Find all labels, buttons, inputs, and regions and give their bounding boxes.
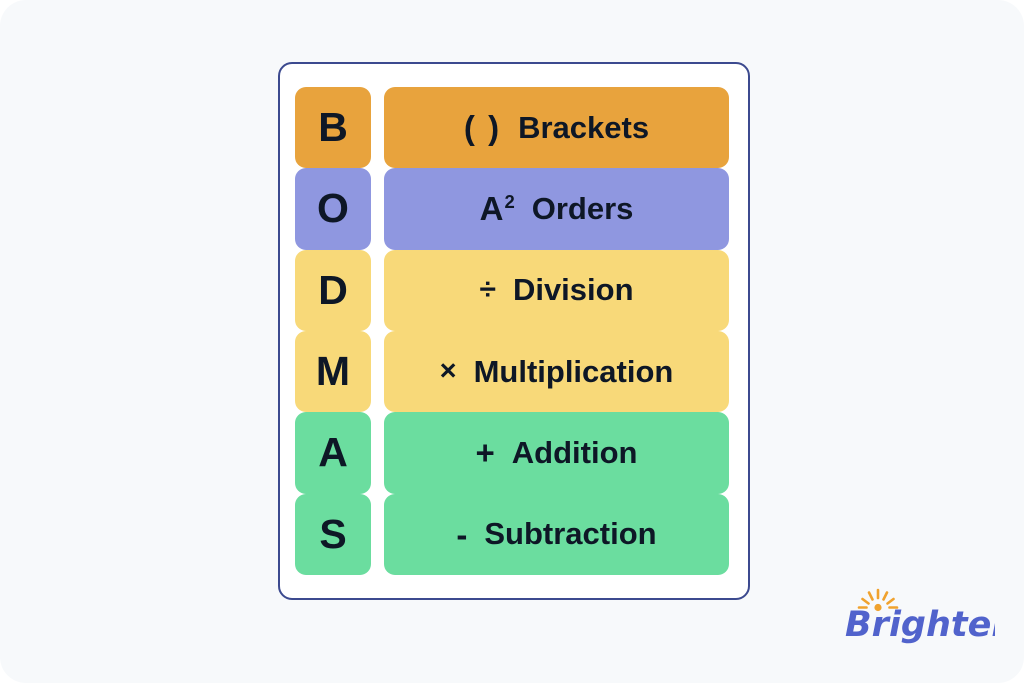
operator-superscript: 2: [504, 191, 515, 213]
brighterly-logo-svg: Brighterly: [845, 588, 1024, 645]
operator-symbol-times: ×: [440, 357, 457, 386]
letter-tile-o: O: [295, 168, 371, 250]
operator-symbol-divide: ÷: [479, 275, 495, 305]
letter-tile-m: M: [295, 330, 371, 413]
label-tile-multiplication: × Multiplication: [384, 330, 729, 413]
operation-name: Brackets: [518, 109, 650, 145]
label-tile-brackets: ( ) Brackets: [384, 87, 729, 169]
operator-symbol-base: -: [456, 515, 468, 553]
brighterly-wordmark: Brighterly: [845, 605, 995, 645]
letter-tile-s: S: [295, 493, 371, 575]
operator-symbol-base: ×: [439, 355, 457, 388]
operator-symbol-base: +: [475, 434, 495, 472]
operator-symbol-brackets: ( ): [464, 111, 501, 144]
bodmas-row: D ÷ Division: [295, 249, 729, 331]
operation-name: Orders: [531, 190, 634, 226]
bodmas-row: O A2 Orders: [295, 168, 729, 250]
operation-name: Division: [512, 272, 634, 308]
operation-name: Subtraction: [484, 516, 657, 552]
operator-symbol-power: A2: [480, 192, 515, 225]
operator-symbol-base: ÷: [479, 273, 496, 307]
bodmas-row: M × Multiplication: [295, 330, 729, 413]
letter-tile-b: B: [295, 87, 371, 169]
bodmas-row: A + Addition: [295, 412, 729, 494]
operation-name: Addition: [511, 434, 638, 470]
label-tile-subtraction: - Subtraction: [384, 493, 729, 575]
label-tile-addition: + Addition: [384, 412, 729, 494]
page-root: B( ) Brackets O A2 Orders D ÷ Division M × Multipl…: [0, 0, 1024, 683]
label-tile-orders: A2 Orders: [384, 168, 729, 250]
letter-tile-a: A: [295, 412, 371, 494]
brighterly-logo: Brighterly: [845, 588, 1024, 646]
operator-symbol-base: A: [479, 190, 504, 228]
bodmas-card: B( ) Brackets O A2 Orders D ÷ Division M × Multipl…: [278, 62, 750, 600]
bodmas-row: S - Subtraction: [295, 493, 729, 575]
letter-tile-d: D: [295, 249, 371, 331]
operator-symbol-minus: -: [456, 518, 467, 551]
operation-name: Multiplication: [473, 353, 674, 389]
bodmas-row: B ( ) Brackets: [295, 87, 729, 169]
operator-symbol-base: ( ): [463, 109, 502, 147]
label-tile-division: ÷ Division: [384, 249, 729, 331]
operator-symbol-plus: +: [476, 436, 495, 469]
